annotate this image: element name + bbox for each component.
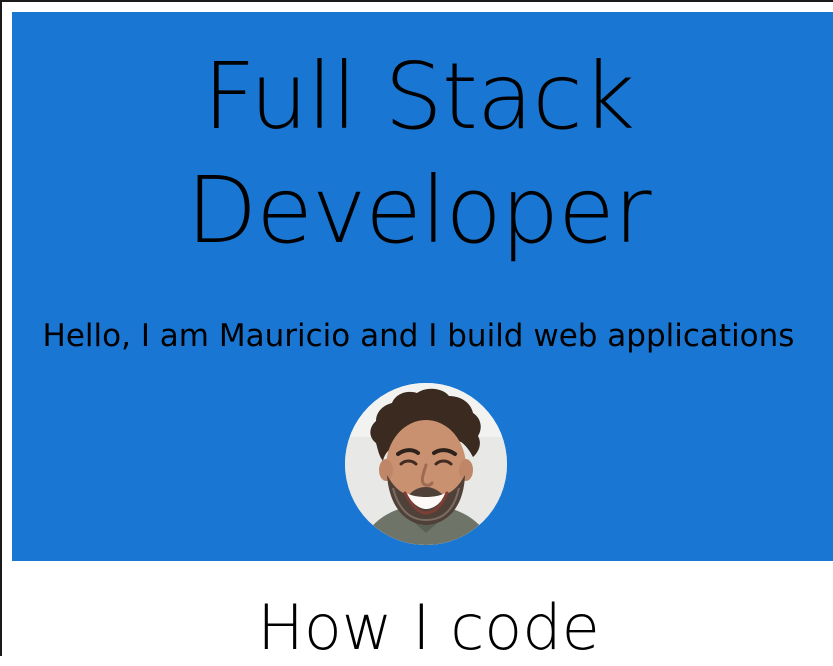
section-title-how-i-code: How I code xyxy=(257,591,600,664)
avatar xyxy=(345,383,507,545)
avatar-portrait-icon xyxy=(345,383,507,545)
hero-title-line2: Developer xyxy=(186,157,651,264)
hero-title: Full Stack Developer xyxy=(2,40,833,268)
hero-banner: Full Stack Developer Hello, I am Maurici… xyxy=(12,12,833,561)
hero-title-line1: Full Stack xyxy=(202,43,635,150)
page-frame: Full Stack Developer Hello, I am Maurici… xyxy=(0,0,833,664)
hero-subtitle: Hello, I am Mauricio and I build web app… xyxy=(42,318,795,354)
